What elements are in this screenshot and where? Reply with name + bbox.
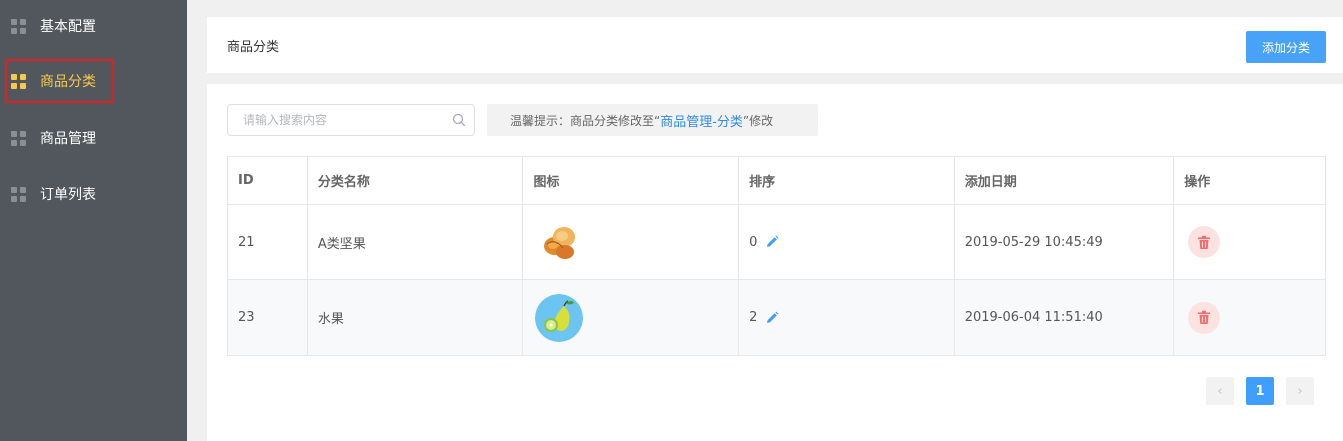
- cell-name: 水果: [308, 280, 524, 355]
- column-header-id: ID: [228, 157, 308, 204]
- cell-name: A类坚果: [308, 205, 524, 279]
- grid-icon: [11, 73, 26, 89]
- tip-link[interactable]: 商品管理-分类: [660, 111, 743, 130]
- column-header-sort: 排序: [739, 157, 955, 204]
- pencil-icon[interactable]: [765, 235, 779, 249]
- tip-prefix: 温馨提示：商品分类修改至“: [510, 113, 661, 128]
- nuts-icon: [544, 227, 576, 259]
- tip-banner: 温馨提示：商品分类修改至“ 商品管理-分类 ”修改: [487, 104, 818, 136]
- column-header-name: 分类名称: [308, 157, 524, 204]
- page-title: 商品分类: [227, 40, 280, 55]
- table-header-row: ID 分类名称 图标 排序 添加日期 操作: [228, 157, 1325, 205]
- sidebar-item-order-list[interactable]: 订单列表: [0, 172, 187, 216]
- cell-actions: [1174, 280, 1325, 355]
- prev-page-button[interactable]: ‹: [1206, 377, 1234, 405]
- search-box: [227, 104, 475, 136]
- pencil-icon[interactable]: [765, 311, 779, 325]
- sidebar-item-product-category[interactable]: 商品分类: [0, 59, 187, 103]
- trash-icon: [1198, 310, 1211, 324]
- cell-actions: [1174, 205, 1325, 279]
- column-header-actions: 操作: [1184, 175, 1211, 190]
- sidebar-item-basic-config[interactable]: 基本配置: [0, 4, 187, 48]
- cell-sort: 2: [739, 280, 955, 355]
- sidebar-item-label: 订单列表: [40, 187, 96, 203]
- sidebar-item-product-management[interactable]: 商品管理: [0, 116, 187, 160]
- delete-button[interactable]: [1188, 301, 1221, 334]
- cell-icon: [523, 280, 740, 355]
- add-category-button[interactable]: 添加分类: [1246, 31, 1326, 63]
- tip-suffix: ”修改: [742, 113, 774, 128]
- table-row: 23 水果 2 2019-06-04 11:51:40: [228, 280, 1325, 355]
- cell-id: 23: [228, 280, 308, 355]
- page-number-button[interactable]: 1: [1246, 377, 1274, 405]
- cell-icon: [523, 205, 740, 279]
- cell-id: 21: [228, 205, 308, 279]
- search-icon[interactable]: [452, 113, 466, 127]
- cell-date: 2019-06-04 11:51:40: [955, 280, 1175, 355]
- fruit-icon: [535, 293, 584, 342]
- sort-value: 0: [749, 234, 758, 250]
- sidebar-item-label: 商品管理: [40, 131, 96, 147]
- main-panel: 温馨提示：商品分类修改至“商品管理-分类”修改 ID 分类名称 图标 排序 添加…: [207, 84, 1343, 441]
- sidebar-item-label: 商品分类: [40, 74, 96, 90]
- search-input[interactable]: [228, 105, 448, 135]
- sidebar-item-label: 基本配置: [40, 19, 96, 35]
- grid-icon: [11, 18, 26, 34]
- column-header-icon: 图标: [523, 157, 740, 204]
- page-header: 商品分类 添加分类: [207, 17, 1343, 73]
- category-table: ID 分类名称 图标 排序 添加日期 操作 21 A类坚果 0 2019-05-…: [227, 156, 1326, 356]
- sort-value: 2: [749, 310, 758, 325]
- column-header-date: 添加日期: [955, 157, 1175, 204]
- cell-date: 2019-05-29 10:45:49: [955, 205, 1175, 279]
- delete-button[interactable]: [1188, 226, 1221, 258]
- grid-icon: [11, 130, 26, 146]
- sidebar: 基本配置 商品分类 商品管理 订单列表: [0, 0, 187, 441]
- cell-sort: 0: [739, 205, 955, 279]
- table-row: 21 A类坚果 0 2019-05-29 10:45:49: [228, 205, 1325, 280]
- next-page-button[interactable]: ›: [1286, 377, 1314, 405]
- trash-icon: [1198, 235, 1211, 249]
- grid-icon: [11, 186, 26, 202]
